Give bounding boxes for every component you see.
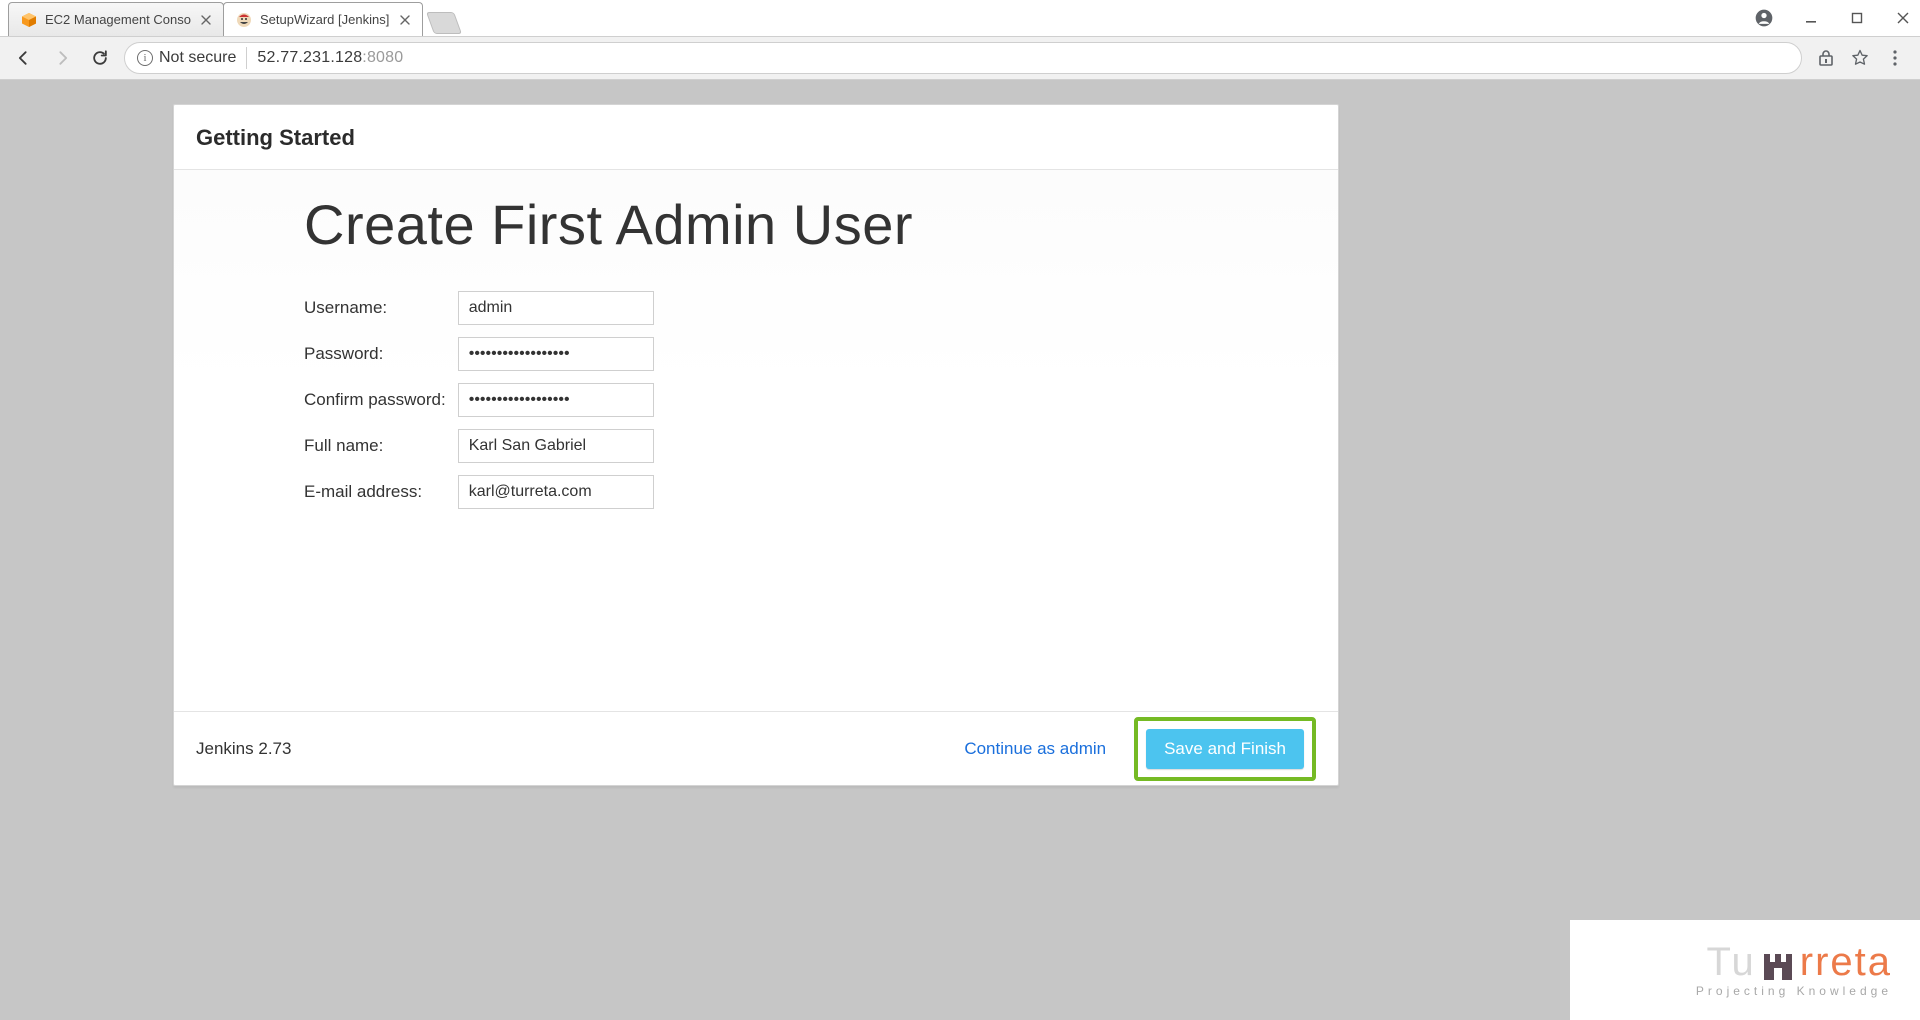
card-footer: Jenkins 2.73 Continue as admin Save and … [174, 711, 1338, 785]
page-viewport: Getting Started Create First Admin User … [0, 80, 1920, 1020]
window-maximize-icon[interactable] [1848, 9, 1866, 27]
admin-user-form: Username: Password: Confirm password: Fu… [304, 285, 662, 515]
password-input[interactable] [458, 337, 654, 371]
fullname-input[interactable] [458, 429, 654, 463]
reload-button[interactable] [86, 44, 114, 72]
jenkins-icon [236, 12, 252, 28]
card-body: Create First Admin User Username: Passwo… [174, 170, 1338, 711]
save-password-icon[interactable] [1818, 49, 1834, 67]
username-input[interactable] [458, 291, 654, 325]
save-button-highlight: Save and Finish [1134, 717, 1316, 781]
back-button[interactable] [10, 44, 38, 72]
continue-as-admin-link[interactable]: Continue as admin [964, 739, 1106, 759]
omnibox[interactable]: i Not secure 52.77.231.128:8080 [124, 42, 1802, 74]
watermark-text-right: rreta [1800, 942, 1892, 982]
save-and-finish-button[interactable]: Save and Finish [1146, 729, 1304, 769]
window-close-icon[interactable] [1894, 9, 1912, 27]
card-header-title: Getting Started [196, 125, 1316, 151]
confirm-password-input[interactable] [458, 383, 654, 417]
browser-titlebar: EC2 Management Conso SetupWizard [Jenkin… [0, 0, 1920, 36]
watermark-text-left: Tu [1707, 940, 1756, 984]
username-label: Username: [304, 285, 458, 331]
page-title: Create First Admin User [304, 192, 1208, 257]
tab-strip: EC2 Management Conso SetupWizard [Jenkin… [0, 0, 458, 36]
profile-icon[interactable] [1754, 8, 1774, 28]
email-input[interactable] [458, 475, 654, 509]
new-tab-button[interactable] [426, 12, 462, 34]
tab-jenkins[interactable]: SetupWizard [Jenkins] [223, 2, 423, 36]
card-header: Getting Started [174, 105, 1338, 170]
security-chip[interactable]: i Not secure [137, 47, 247, 69]
watermark: Tu rreta Projecting Knowledge [1570, 920, 1920, 1020]
close-icon[interactable] [199, 13, 213, 27]
tab-label: SetupWizard [Jenkins] [260, 12, 390, 27]
email-label: E-mail address: [304, 469, 458, 515]
close-icon[interactable] [398, 13, 412, 27]
jenkins-version: Jenkins 2.73 [196, 739, 291, 759]
castle-icon [1760, 942, 1796, 982]
info-icon: i [137, 50, 153, 66]
url-text: 52.77.231.128:8080 [257, 49, 403, 67]
password-label: Password: [304, 331, 458, 377]
tab-label: EC2 Management Conso [45, 12, 191, 27]
confirm-password-label: Confirm password: [304, 377, 458, 423]
not-secure-label: Not secure [159, 49, 236, 67]
aws-cube-icon [21, 12, 37, 28]
tab-ec2[interactable]: EC2 Management Conso [8, 2, 224, 36]
address-bar: i Not secure 52.77.231.128:8080 [0, 36, 1920, 80]
setup-wizard-card: Getting Started Create First Admin User … [173, 104, 1339, 786]
watermark-tagline: Projecting Knowledge [1696, 984, 1892, 998]
window-minimize-icon[interactable] [1802, 9, 1820, 27]
forward-button[interactable] [48, 44, 76, 72]
chrome-menu-icon[interactable] [1886, 49, 1904, 67]
watermark-brand: Tu rreta [1707, 942, 1892, 982]
fullname-label: Full name: [304, 423, 458, 469]
bookmark-star-icon[interactable] [1850, 48, 1870, 68]
